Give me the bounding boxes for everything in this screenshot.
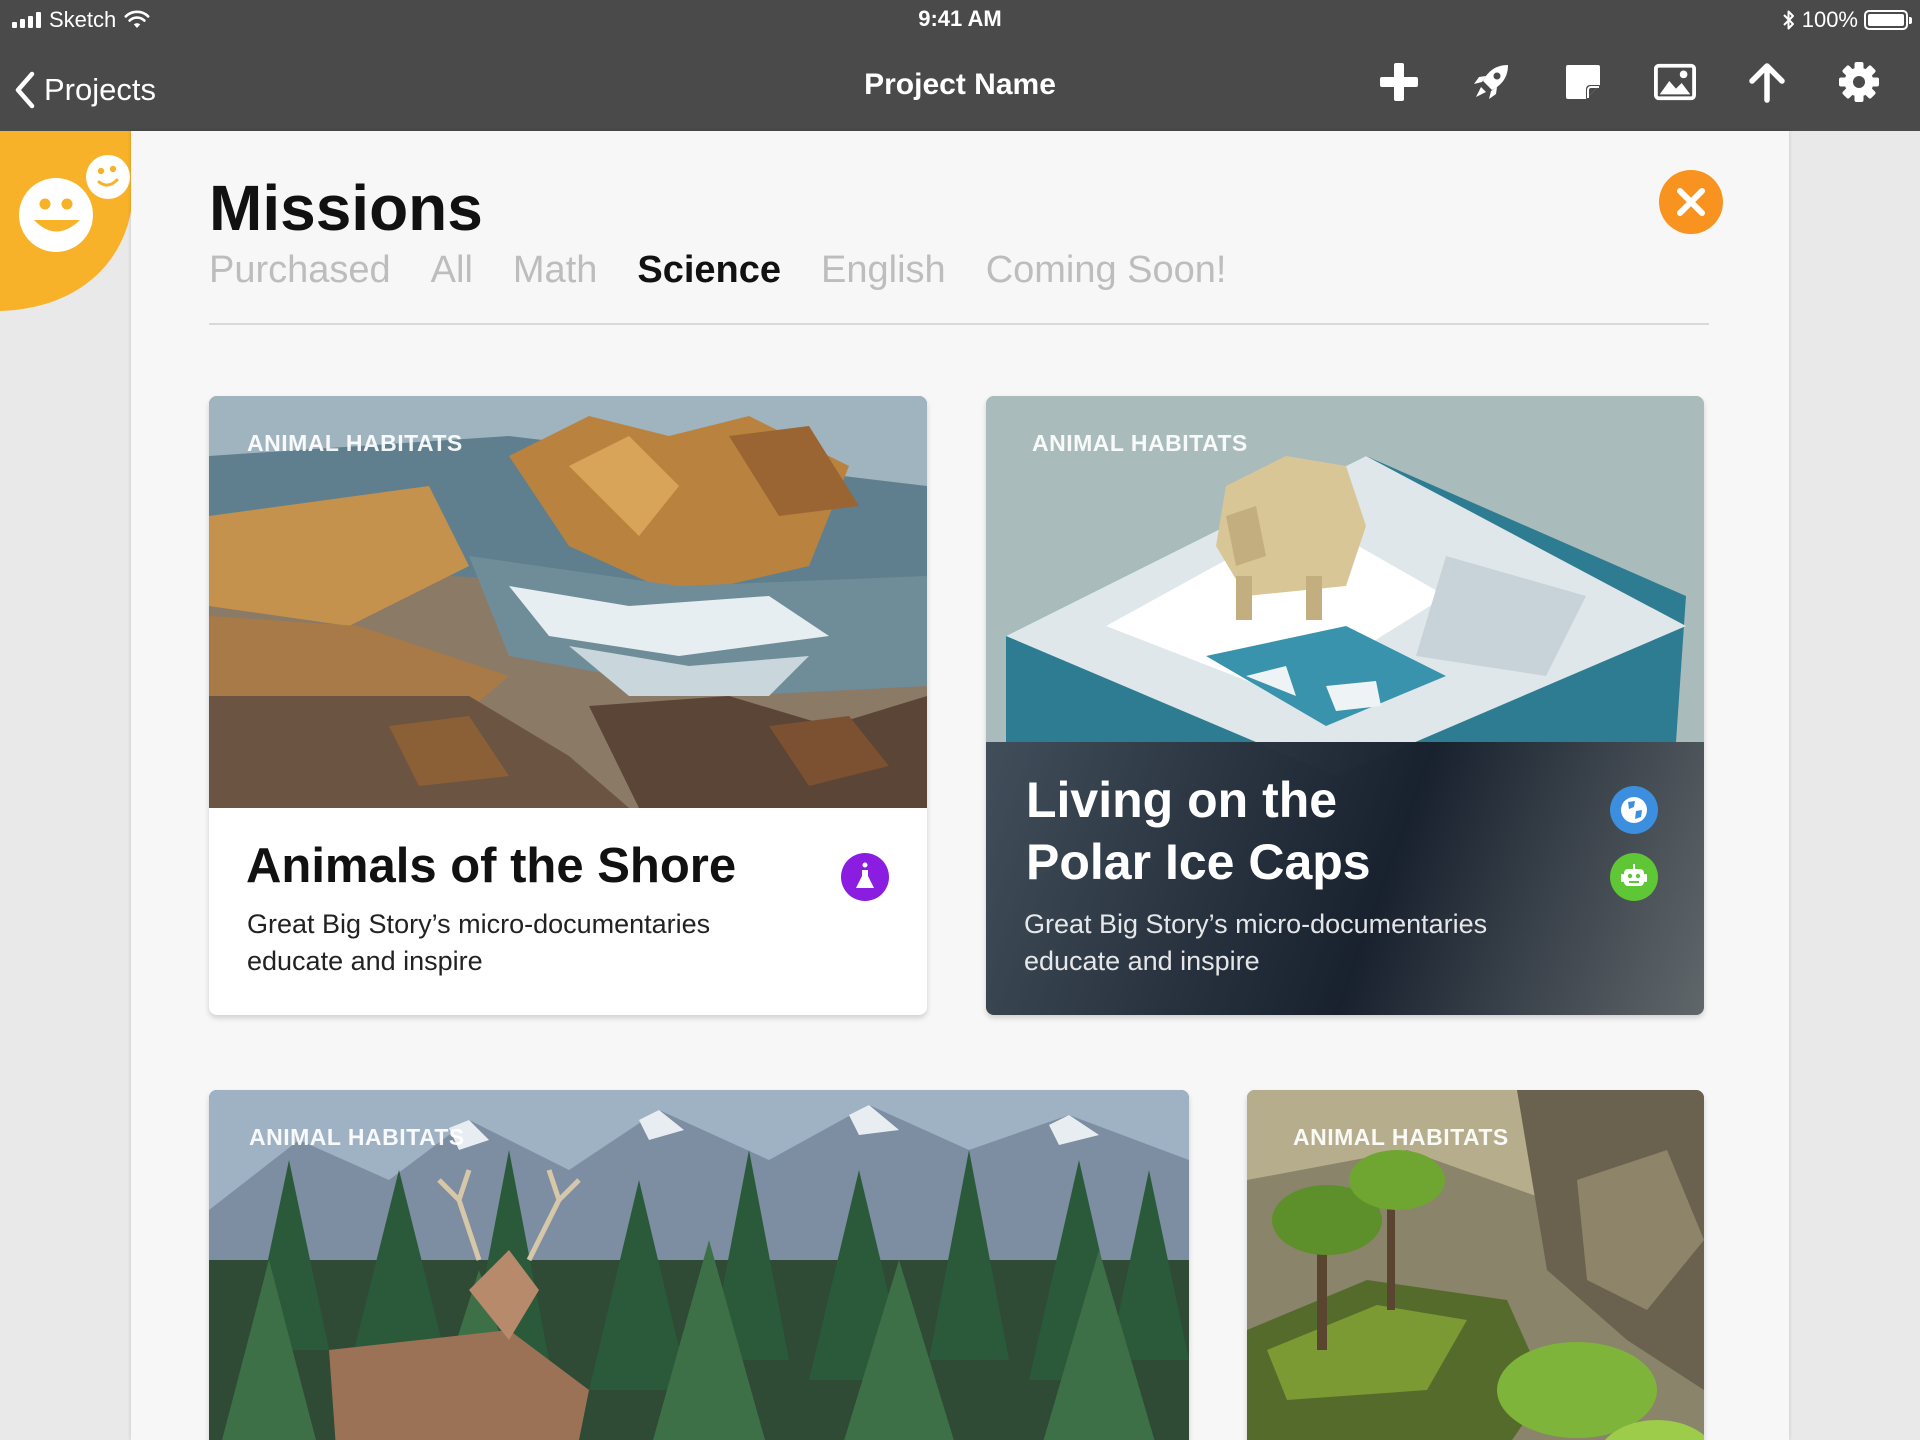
add-button[interactable] (1378, 60, 1420, 104)
sticker-icon (1566, 65, 1600, 99)
tab-science[interactable]: Science (637, 249, 781, 292)
image-button[interactable] (1654, 60, 1696, 104)
status-left: Sketch (12, 6, 150, 34)
sticker-button[interactable] (1562, 60, 1604, 104)
battery-icon (1864, 10, 1912, 30)
science-badge (841, 853, 889, 901)
card-description: Great Big Story’s micro-documentaries ed… (1024, 906, 1487, 980)
card-description: Great Big Story’s micro-documentaries ed… (247, 906, 710, 980)
plus-icon (1380, 63, 1418, 101)
mascot-tab[interactable] (0, 131, 131, 311)
chevron-left-icon (15, 71, 35, 109)
card-category: ANIMAL HABITATS (249, 1124, 465, 1150)
geography-badge (1610, 786, 1658, 834)
carrier-label: Sketch (49, 7, 117, 32)
image-icon (1654, 63, 1696, 101)
bluetooth-icon (1783, 10, 1794, 30)
card-category: ANIMAL HABITATS (247, 430, 463, 456)
status-right: 100% (1782, 6, 1912, 34)
close-icon (1677, 188, 1705, 216)
globe-icon (1621, 797, 1647, 823)
tab-english[interactable]: English (821, 249, 946, 292)
back-button[interactable]: Projects (14, 68, 156, 112)
top-bar: Sketch 9:41 AM 100% Projects Project Nam… (0, 0, 1920, 131)
shore-illustration (209, 396, 927, 808)
mission-card-polar[interactable]: ANIMAL HABITATS Living on the Polar Ice … (986, 396, 1704, 1015)
battery-fill (1868, 14, 1904, 26)
battery-percent: 100% (1801, 7, 1858, 32)
wifi-icon (124, 10, 150, 28)
mission-card-shore[interactable]: ANIMAL HABITATS Animals of the Shore Gre… (209, 396, 927, 1015)
card-title-line: Animals of the Shore (246, 839, 737, 893)
mission-card-canyon[interactable]: ANIMAL HABITATS (1247, 1090, 1704, 1440)
subject-tabs: Purchased All Math Science English Comin… (209, 249, 1227, 292)
card-description-line: educate and inspire (1024, 946, 1260, 976)
rocket-icon (1474, 65, 1508, 99)
card-description-line: Great Big Story’s micro-documentaries (247, 909, 711, 939)
settings-button[interactable] (1838, 60, 1880, 104)
card-description-line: Great Big Story’s micro-documentaries (1024, 909, 1488, 939)
launch-button[interactable] (1470, 60, 1512, 104)
toolbar (1378, 60, 1880, 104)
tabs-divider (209, 323, 1709, 325)
upload-icon (1749, 63, 1785, 103)
flask-icon (856, 862, 874, 888)
tab-math[interactable]: Math (513, 249, 597, 292)
tab-coming-soon[interactable]: Coming Soon! (986, 249, 1227, 292)
card-title: Animals of the Shore (246, 835, 736, 897)
back-label: Projects (44, 72, 156, 107)
tab-purchased[interactable]: Purchased (209, 249, 391, 292)
tab-all[interactable]: All (431, 249, 473, 292)
card-title-line: Polar Ice Caps (1026, 834, 1371, 890)
share-button[interactable] (1746, 60, 1788, 104)
gear-icon (1839, 62, 1879, 102)
card-title-line: Living on the (1026, 772, 1338, 828)
mission-card-forest[interactable]: ANIMAL HABITATS (209, 1090, 1189, 1440)
close-button[interactable] (1659, 170, 1723, 234)
status-time: 9:41 AM (918, 6, 1002, 31)
signal-icon (12, 12, 41, 28)
coding-badge (1610, 853, 1658, 901)
card-description-line: educate and inspire (247, 946, 483, 976)
card-category: ANIMAL HABITATS (1032, 430, 1248, 456)
card-title: Living on the Polar Ice Caps (1026, 769, 1371, 893)
missions-panel: Missions Purchased All Math Science Engl… (131, 131, 1789, 1440)
smiley-mascot-icon (0, 131, 131, 311)
card-category: ANIMAL HABITATS (1293, 1124, 1509, 1150)
missions-heading: Missions (209, 172, 483, 244)
robot-icon (1621, 864, 1647, 886)
